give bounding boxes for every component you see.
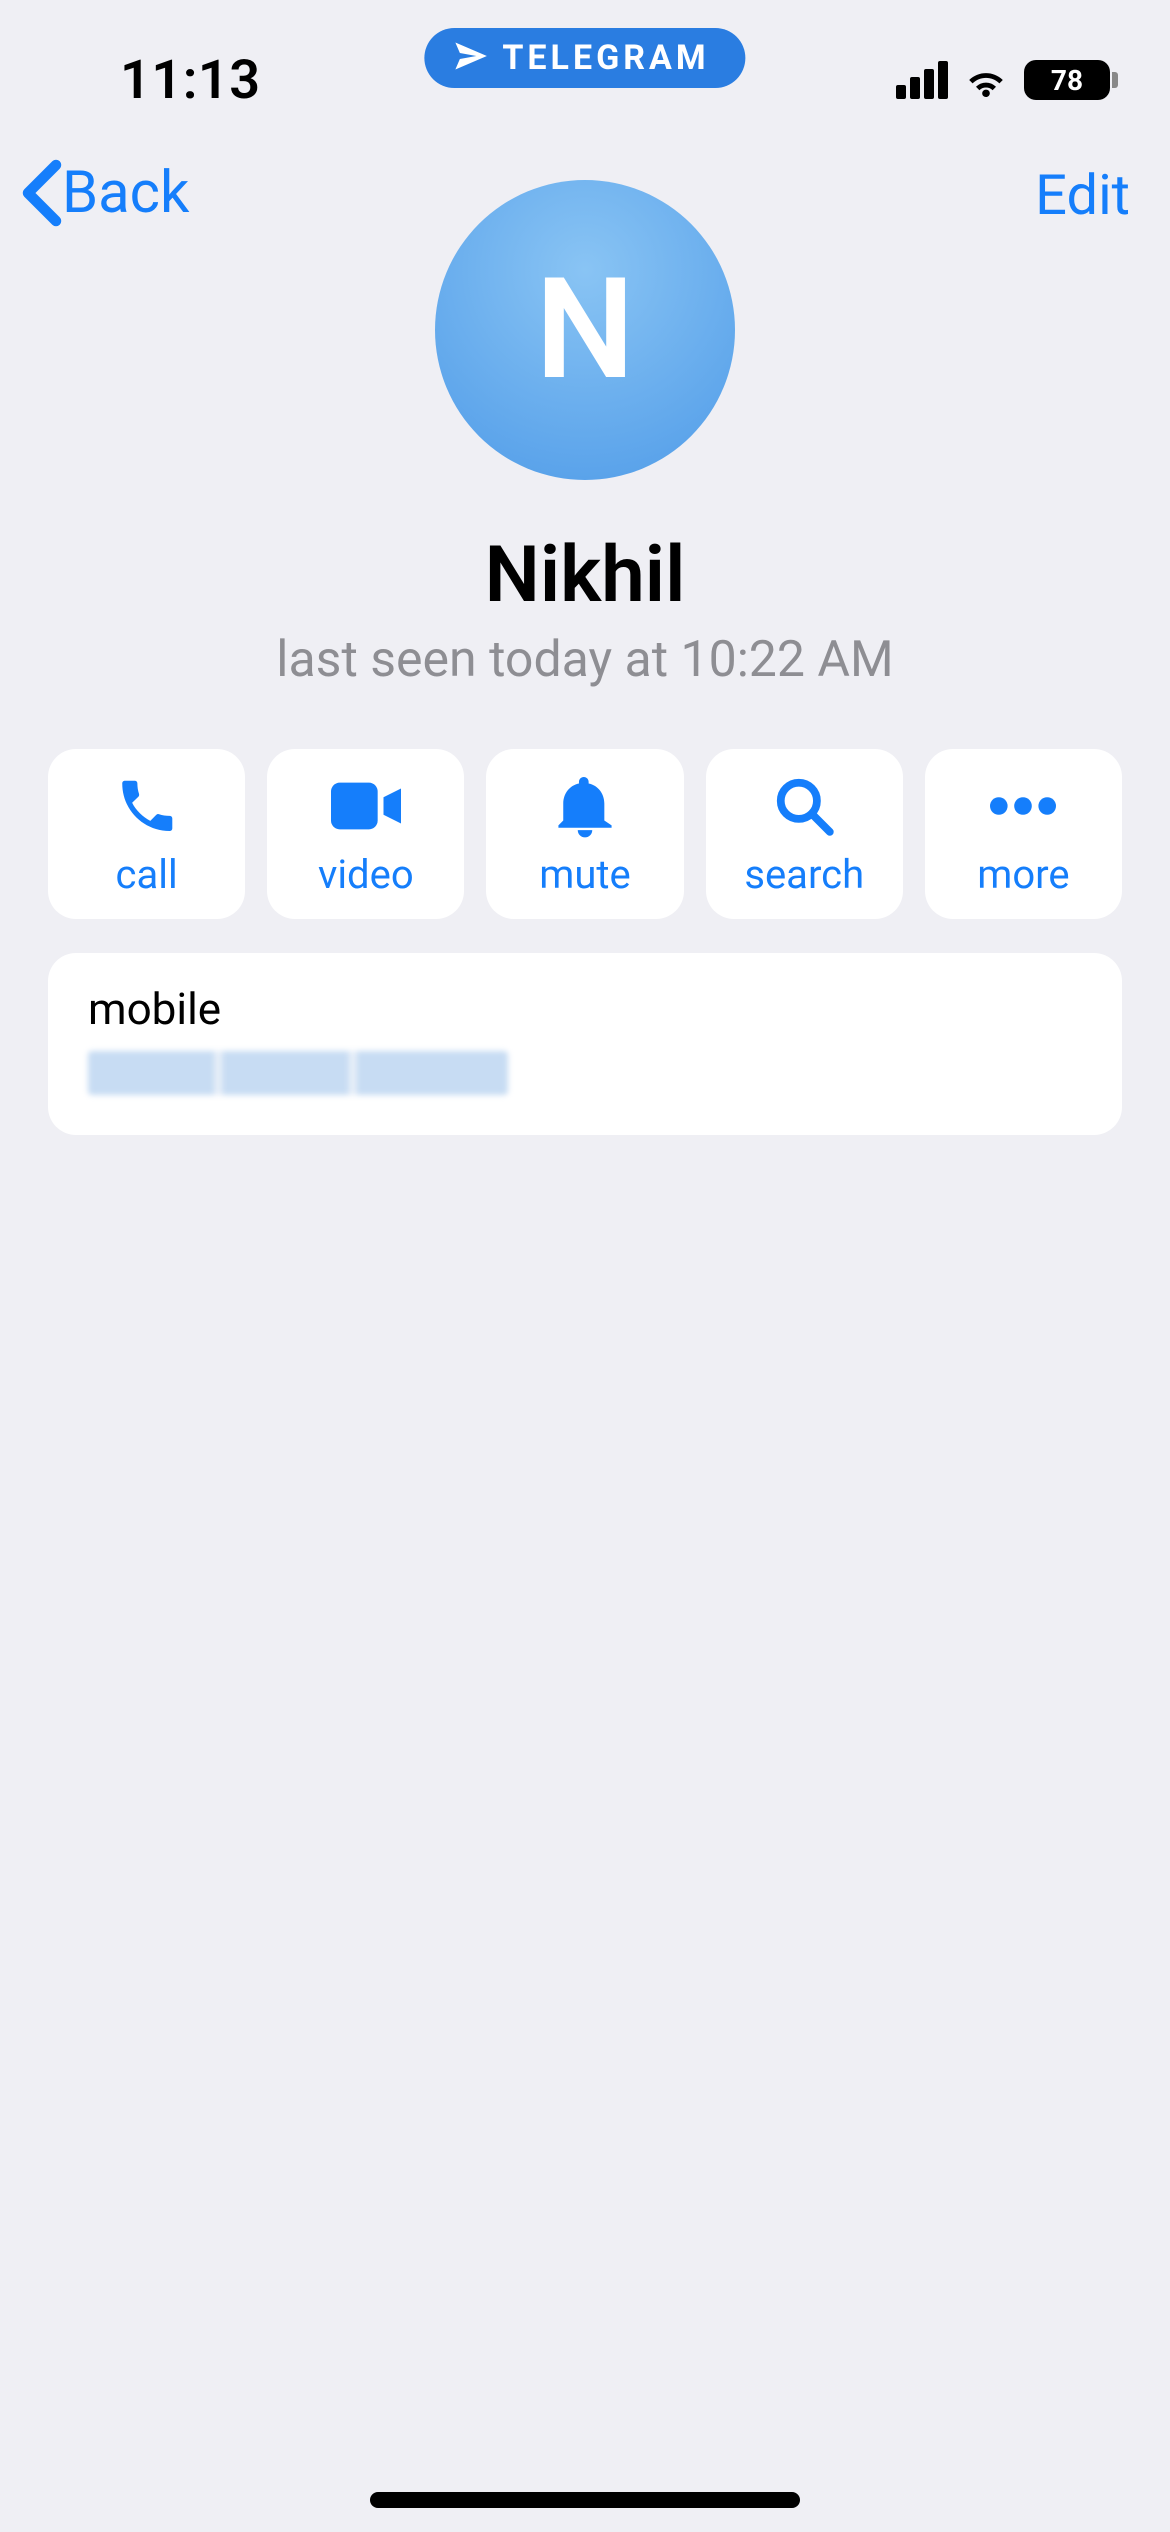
edit-button[interactable]: Edit [1035,162,1130,228]
call-label: call [116,851,178,898]
battery-pct: 78 [1051,64,1083,97]
mobile-number-redacted [88,1051,508,1095]
video-button[interactable]: video [267,749,464,919]
mobile-label: mobile [88,983,1082,1035]
chevron-left-icon [20,158,64,228]
mobile-info-card[interactable]: mobile [48,953,1122,1135]
bell-icon [556,771,614,841]
video-label: video [318,851,414,898]
status-time: 11:13 [60,29,261,112]
home-indicator[interactable] [370,2492,800,2508]
action-row: call video mute search [0,749,1170,919]
search-icon [773,771,835,841]
more-button[interactable]: more [925,749,1122,919]
avatar-initial: N [535,248,634,412]
search-button[interactable]: search [706,749,903,919]
paper-plane-icon [452,38,488,78]
mute-label: mute [539,851,630,898]
nav-bar: Back Edit [0,140,1170,230]
video-icon [331,771,401,841]
back-button[interactable]: Back [20,158,189,228]
phone-icon [114,771,180,841]
cellular-signal-icon [896,61,948,99]
contact-status: last seen today at 10:22 AM [276,631,893,689]
status-indicators: 78 [896,40,1110,100]
status-bar: 11:13 TELEGRAM 78 [0,0,1170,140]
mute-button[interactable]: mute [486,749,683,919]
call-button[interactable]: call [48,749,245,919]
search-label: search [744,851,864,898]
wifi-icon [962,60,1010,100]
battery-indicator: 78 [1024,60,1110,100]
more-icon [990,771,1056,841]
app-pill-label: TELEGRAM [502,38,709,78]
more-label: more [977,851,1069,898]
app-return-pill[interactable]: TELEGRAM [424,28,745,88]
profile-header: N Nikhil last seen today at 10:22 AM [0,230,1170,689]
back-label: Back [62,159,189,227]
contact-name: Nikhil [485,530,686,621]
